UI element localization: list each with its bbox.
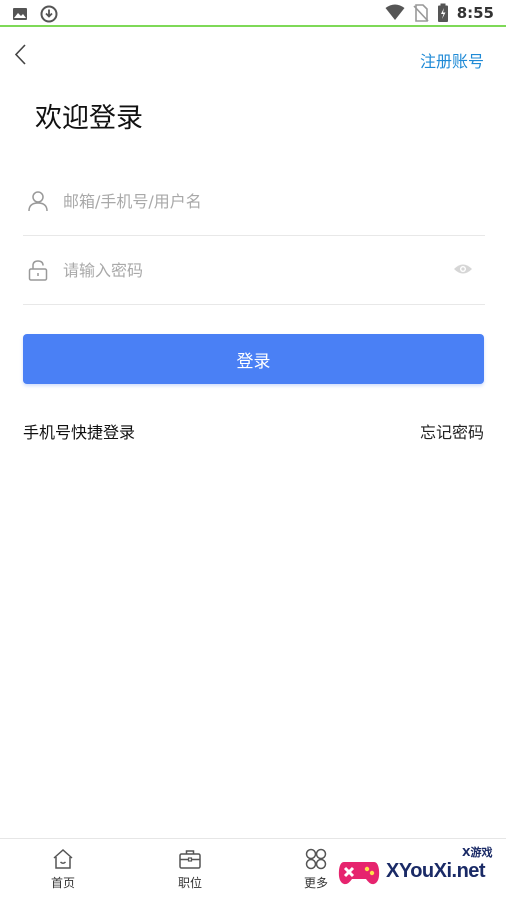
wifi-icon (385, 4, 405, 20)
page-title: 欢迎登录 (35, 103, 143, 134)
account-input[interactable] (63, 186, 433, 216)
watermark: X游戏 XYouXi.net (336, 842, 501, 898)
user-icon (28, 191, 48, 212)
nav-item-jobs[interactable]: 职位 (155, 847, 225, 891)
watermark-brand: XYouXi.net (386, 860, 486, 882)
nav-label-jobs: 职位 (177, 876, 202, 890)
status-bar: 8:55 (0, 0, 506, 27)
back-button[interactable] (10, 40, 34, 70)
gamepad-logo-icon (338, 862, 380, 885)
account-field-row (23, 168, 485, 236)
briefcase-icon (179, 850, 201, 869)
password-input[interactable] (63, 255, 433, 285)
nav-label-home: 首页 (50, 876, 75, 890)
status-right-icons: 8:55 (385, 3, 494, 23)
login-button[interactable]: 登录 (23, 334, 484, 384)
home-icon (53, 848, 73, 869)
quick-login-link[interactable]: 手机号快捷登录 (23, 419, 135, 443)
nav-item-home[interactable]: 首页 (28, 847, 98, 891)
download-icon (40, 5, 58, 23)
forgot-password-link[interactable]: 忘记密码 (420, 419, 484, 443)
watermark-sub: X游戏 (462, 846, 493, 859)
grid-icon (305, 848, 327, 870)
battery-icon (437, 3, 448, 22)
eye-icon[interactable] (453, 261, 473, 277)
lock-icon (28, 260, 48, 281)
image-icon (13, 8, 27, 20)
register-link[interactable]: 注册账号 (420, 48, 484, 72)
no-sim-icon (413, 4, 429, 22)
status-left-icons (12, 5, 58, 23)
chevron-left-icon (14, 44, 26, 65)
status-time: 8:55 (456, 4, 494, 22)
password-field-row (23, 237, 485, 305)
